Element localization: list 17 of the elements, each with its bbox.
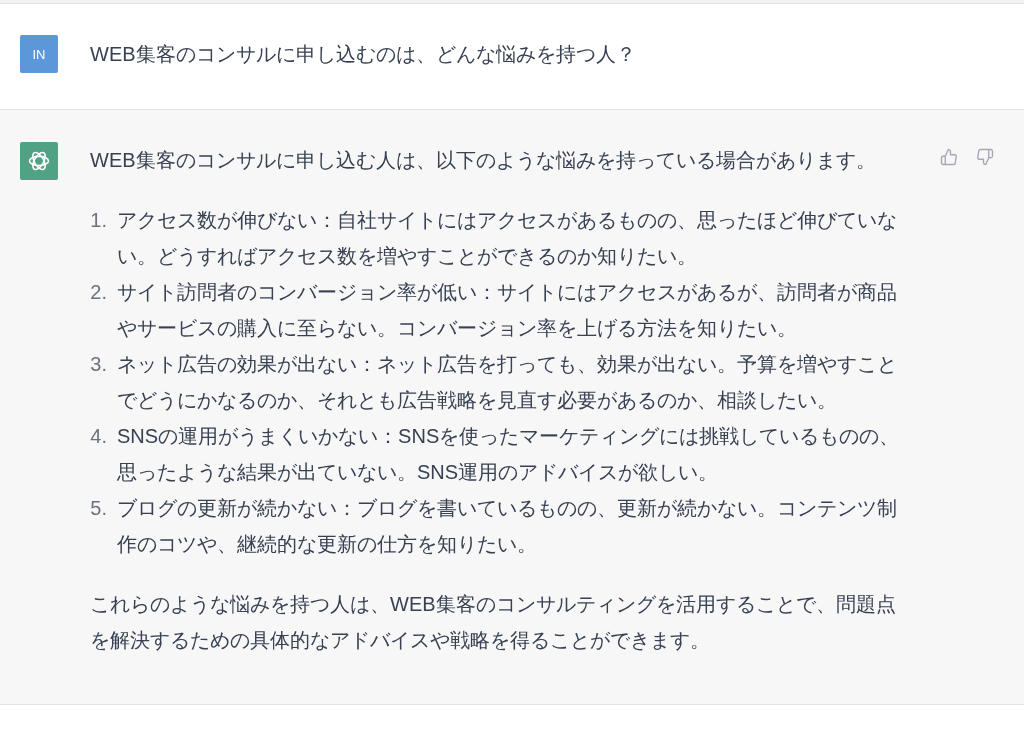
list-item-text: ネット広告の効果が出ない：ネット広告を打っても、効果が出ない。予算を増やすことでどうにかなるのか、それとも広告戦略を見直す必要があるのか、相談したい。 xyxy=(117,352,898,413)
list-number: 2. xyxy=(89,280,107,305)
response-closing-text: これらのような悩みを持つ人は、WEB集客のコンサルティングを活用することで、問題点を解決するための具体的なアドバイスや戦略を得ることができます。 xyxy=(90,592,897,653)
list-number: 4. xyxy=(89,424,107,449)
list-item-text: サイト訪問者のコンバージョン率が低い：サイトにはアクセスがあるが、訪問者が商品やサービスの購入に至らない。コンバージョン率を上げる方法を知りたい。 xyxy=(117,280,898,341)
list-item-text: ブログの更新が続かない：ブログを書いているものの、更新が続かない。コンテンツ制作のコツや、継続的な更新の仕方を知りたい。 xyxy=(117,496,898,557)
list-number: 5. xyxy=(89,496,107,521)
response-intro-text: WEB集客のコンサルに申し込む人は、以下のような悩みを持っている場合があります。 xyxy=(90,148,877,173)
thumbs-down-icon[interactable] xyxy=(976,148,994,166)
knot-logo-icon xyxy=(20,142,58,180)
list-item-text: アクセス数が伸びない：自社サイトにはアクセスがあるものの、思ったほど伸びていない。どうすればアクセス数を増やすことができるのか知りたい。 xyxy=(117,208,898,269)
user-avatar: IN xyxy=(20,35,58,73)
user-message-text: WEB集客のコンサルに申し込むのは、どんな悩みを持つ人？ xyxy=(90,42,636,67)
thumbs-up-icon[interactable] xyxy=(940,148,958,166)
list-item-text: SNSの運用がうまくいかない：SNSを使ったマーケティングには挑戦しているものの、思ったような結果が出ていない。SNS運用のアドバイスが欲しい。 xyxy=(117,424,901,485)
list-number: 1. xyxy=(89,208,107,233)
list-number: 3. xyxy=(89,352,107,377)
